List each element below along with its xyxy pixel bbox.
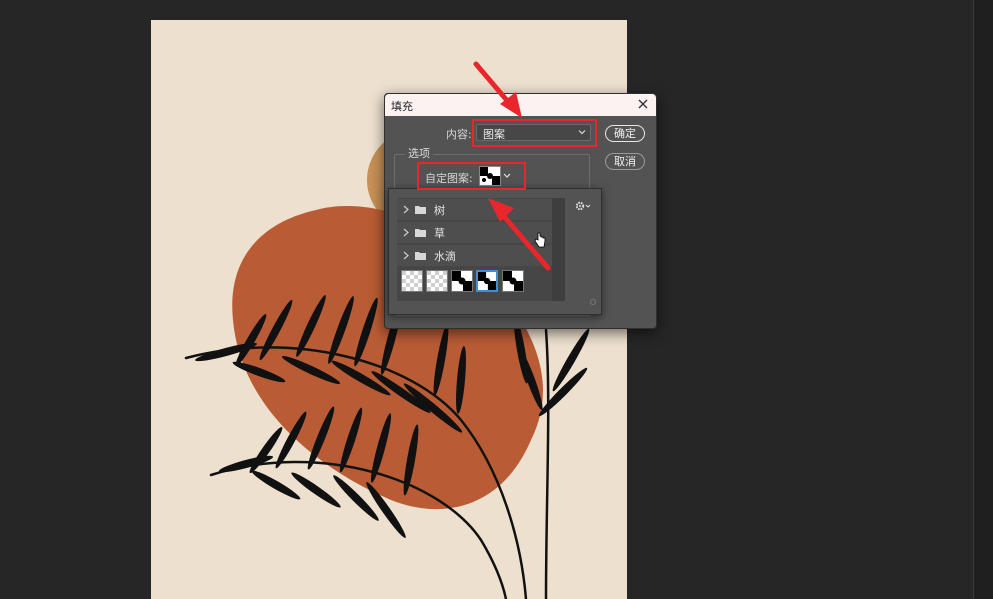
ok-button[interactable]: 确定 — [605, 125, 645, 142]
pattern-thumbnail[interactable] — [426, 270, 448, 292]
pattern-group-name: 树 — [434, 204, 445, 217]
pattern-thumbnail[interactable] — [502, 270, 524, 292]
content-label: 内容: — [446, 128, 472, 141]
transparent-pattern-icon — [427, 271, 447, 291]
transparent-pattern-icon — [402, 271, 422, 291]
pattern-preview-icon — [480, 167, 500, 185]
folder-icon — [415, 206, 426, 214]
chevron-right-icon — [403, 251, 409, 260]
pattern-group-row[interactable]: 草 — [397, 222, 552, 243]
pattern-group-row[interactable]: 树 — [397, 199, 552, 220]
stem-3 — [544, 328, 550, 599]
pattern-thumbnail-selected[interactable] — [476, 270, 498, 292]
folder-icon — [415, 252, 426, 260]
custom-pattern-label: 自定图案: — [425, 172, 473, 185]
panel-edge-strip — [973, 0, 993, 599]
pattern-list-scrollbar[interactable] — [552, 198, 565, 301]
custom-pattern-swatch[interactable] — [479, 166, 501, 186]
pattern-group-row[interactable]: 水滴 — [397, 245, 552, 266]
pattern-thumbnail[interactable] — [401, 270, 423, 292]
content-select[interactable]: 图案 — [476, 124, 591, 141]
pattern-group-name: 草 — [434, 227, 445, 240]
chevron-right-icon — [403, 228, 409, 237]
chevron-down-icon — [578, 130, 586, 135]
options-group-label: 选项 — [405, 145, 433, 161]
black-white-pattern-icon — [503, 271, 523, 291]
content-select-value: 图案 — [483, 128, 505, 141]
dialog-titlebar[interactable]: 填充 — [385, 94, 656, 116]
hand-cursor-icon — [534, 232, 546, 248]
chevron-right-icon — [403, 205, 409, 214]
gear-icon[interactable] — [575, 200, 591, 212]
folder-icon — [415, 229, 426, 237]
pattern-dropdown-chevron-icon[interactable] — [502, 172, 512, 180]
black-white-pattern-icon — [478, 272, 496, 290]
resize-handle-icon[interactable] — [589, 298, 597, 306]
pattern-thumbnail[interactable] — [451, 270, 473, 292]
close-icon[interactable] — [636, 97, 650, 111]
dialog-title: 填充 — [391, 100, 413, 113]
black-white-pattern-icon — [452, 271, 472, 291]
cancel-button[interactable]: 取消 — [605, 153, 645, 170]
pattern-group-name: 水滴 — [434, 250, 456, 263]
